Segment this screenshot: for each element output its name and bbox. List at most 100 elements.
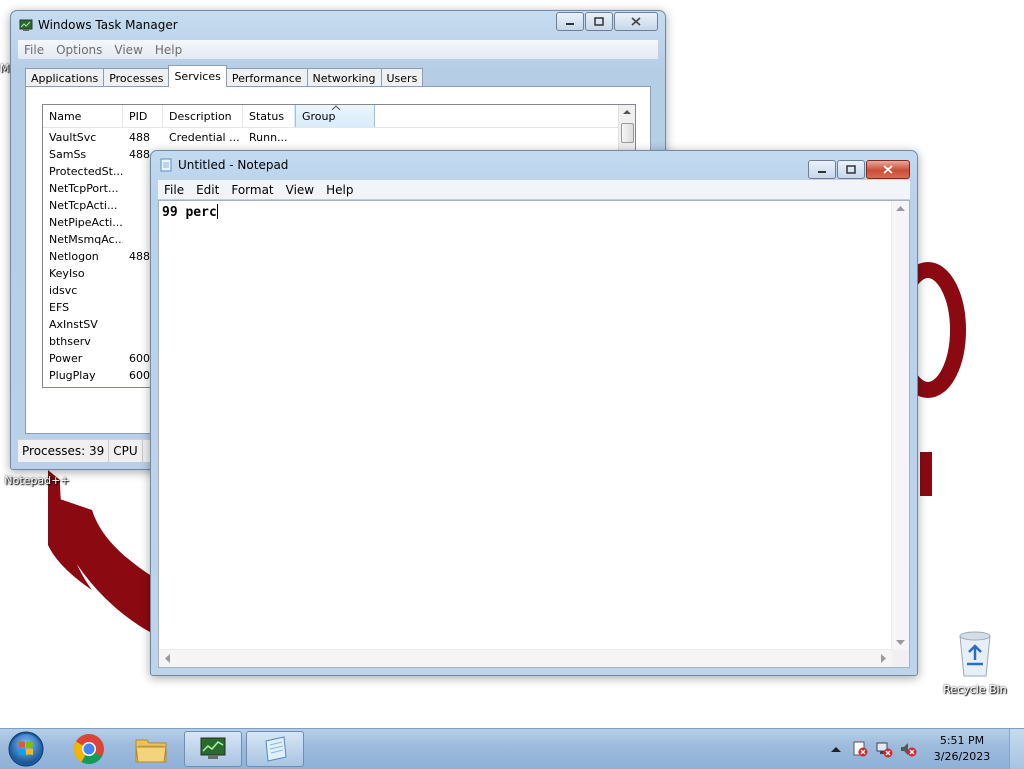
- service-name: NetTcpActi...: [49, 199, 118, 212]
- notepad-title: Untitled - Notepad: [178, 158, 289, 172]
- taskbar-clock[interactable]: 5:51 PM 3/26/2023: [927, 733, 997, 765]
- task-manager-title: Windows Task Manager: [38, 18, 178, 32]
- status-processes: Processes: 39: [18, 440, 110, 462]
- scroll-right-icon: [881, 654, 886, 663]
- recycle-bin-icon: [959, 631, 991, 677]
- start-button[interactable]: [4, 730, 48, 768]
- service-name: SamSs: [49, 148, 87, 161]
- tab-processes[interactable]: Processes: [103, 68, 170, 87]
- tab-services[interactable]: Services: [168, 65, 227, 87]
- status-cpu: CPU: [109, 440, 143, 462]
- scroll-left-icon: [165, 654, 170, 663]
- notepad-vertical-scrollbar[interactable]: [891, 201, 909, 650]
- notepad-icon: [265, 736, 287, 762]
- taskbar-task-manager[interactable]: [184, 731, 242, 767]
- minimize-icon: [818, 170, 826, 173]
- service-name: bthserv: [49, 335, 91, 348]
- column-header-name[interactable]: Name: [43, 105, 123, 127]
- menu-file[interactable]: File: [18, 43, 50, 57]
- service-name: Netlogon: [49, 250, 99, 263]
- close-button[interactable]: [866, 160, 910, 179]
- folder-icon: [135, 739, 167, 763]
- taskbar: 5:51 PM 3/26/2023: [0, 728, 1024, 769]
- restore-button[interactable]: [585, 12, 613, 31]
- column-header-pid[interactable]: PID: [123, 105, 163, 127]
- windows-start-icon: [8, 731, 44, 767]
- tab-applications[interactable]: Applications: [25, 68, 105, 87]
- service-name: NetPipeActi...: [49, 216, 123, 229]
- notepad-icon: [160, 158, 172, 172]
- menu-file[interactable]: File: [158, 183, 190, 197]
- minimize-button[interactable]: [556, 12, 584, 31]
- show-hidden-icons-icon[interactable]: [829, 744, 843, 754]
- scroll-up-icon: [896, 206, 905, 211]
- notepad-content: 99 perc: [162, 204, 218, 220]
- column-header-description[interactable]: Description: [163, 105, 243, 127]
- chrome-icon: [73, 734, 104, 765]
- notepad-horizontal-scrollbar[interactable]: [159, 649, 892, 667]
- column-header-status[interactable]: Status: [243, 105, 295, 127]
- menu-edit[interactable]: Edit: [190, 183, 225, 197]
- notepad-titlebar[interactable]: Untitled - Notepad: [159, 155, 288, 175]
- taskbar-notepad[interactable]: [246, 731, 304, 767]
- restore-icon: [846, 165, 856, 174]
- resize-grip[interactable]: [892, 650, 909, 667]
- desktop-icon-partial[interactable]: M: [0, 60, 10, 75]
- close-button[interactable]: [614, 12, 658, 31]
- service-pid: 488: [129, 131, 150, 144]
- restore-button[interactable]: [837, 160, 865, 179]
- services-header: Name PID Description Status Group: [43, 105, 619, 128]
- menu-view[interactable]: View: [280, 183, 320, 197]
- service-name: VaultSvc: [49, 131, 97, 144]
- service-name: AxInstSV: [49, 318, 98, 331]
- column-header-group[interactable]: Group: [295, 105, 375, 127]
- clock-time: 5:51 PM: [939, 734, 985, 747]
- service-name: Power: [49, 352, 83, 365]
- menu-format[interactable]: Format: [225, 183, 279, 197]
- service-name: KeyIso: [49, 267, 85, 280]
- service-name: NetTcpPort...: [49, 182, 119, 195]
- notepad-text-area[interactable]: 99 perc: [158, 200, 910, 668]
- text-caret: [216, 204, 218, 219]
- service-name: EFS: [49, 301, 70, 314]
- action-center-icon[interactable]: [851, 740, 869, 758]
- tab-networking[interactable]: Networking: [306, 68, 382, 87]
- scroll-down-icon: [896, 640, 905, 645]
- service-description: Credential ...: [169, 131, 240, 144]
- volume-muted-icon[interactable]: [899, 740, 917, 758]
- recycle-bin-label: Recycle Bin: [943, 683, 1007, 696]
- minimize-button[interactable]: [808, 160, 836, 179]
- table-row[interactable]: VaultSvc 488 Credential ... Runn...: [43, 129, 375, 146]
- service-name: PlugPlay: [49, 369, 96, 382]
- menu-options[interactable]: Options: [50, 43, 108, 57]
- scrollbar-thumb[interactable]: [621, 123, 634, 143]
- show-desktop-button[interactable]: [1009, 729, 1024, 769]
- tab-users[interactable]: Users: [380, 68, 424, 87]
- notepad-window: Untitled - Notepad File Edit Format View…: [150, 150, 918, 676]
- network-icon[interactable]: [875, 740, 893, 758]
- task-manager-titlebar[interactable]: Windows Task Manager: [19, 15, 178, 35]
- sort-ascending-icon: [332, 105, 340, 110]
- close-icon: [631, 17, 641, 26]
- restore-icon: [594, 17, 604, 26]
- notepadpp-label: Notepad++: [4, 474, 70, 487]
- task-manager-tabs: Applications Processes Services Performa…: [25, 65, 424, 87]
- menu-view[interactable]: View: [108, 43, 148, 57]
- service-name: ProtectedSt...: [49, 165, 123, 178]
- menu-help[interactable]: Help: [320, 183, 359, 197]
- taskbar-chrome[interactable]: [60, 731, 118, 767]
- desktop-icon-recycle-bin[interactable]: Recycle Bin: [940, 630, 1010, 696]
- clock-date: 3/26/2023: [933, 750, 991, 763]
- service-status: Runn...: [249, 131, 288, 144]
- service-name: NetMsmqAc...: [49, 233, 123, 246]
- minimize-icon: [566, 22, 574, 25]
- menu-help[interactable]: Help: [149, 43, 188, 57]
- tab-performance[interactable]: Performance: [225, 68, 308, 87]
- service-name: idsvc: [49, 284, 78, 297]
- notepad-menubar: File Edit Format View Help: [158, 180, 910, 199]
- close-icon: [883, 165, 893, 174]
- taskbar-windows-explorer[interactable]: [122, 731, 180, 767]
- system-tray: 5:51 PM 3/26/2023: [829, 729, 1024, 769]
- scroll-up-icon: [623, 110, 631, 114]
- column-header-group-label: Group: [302, 109, 336, 123]
